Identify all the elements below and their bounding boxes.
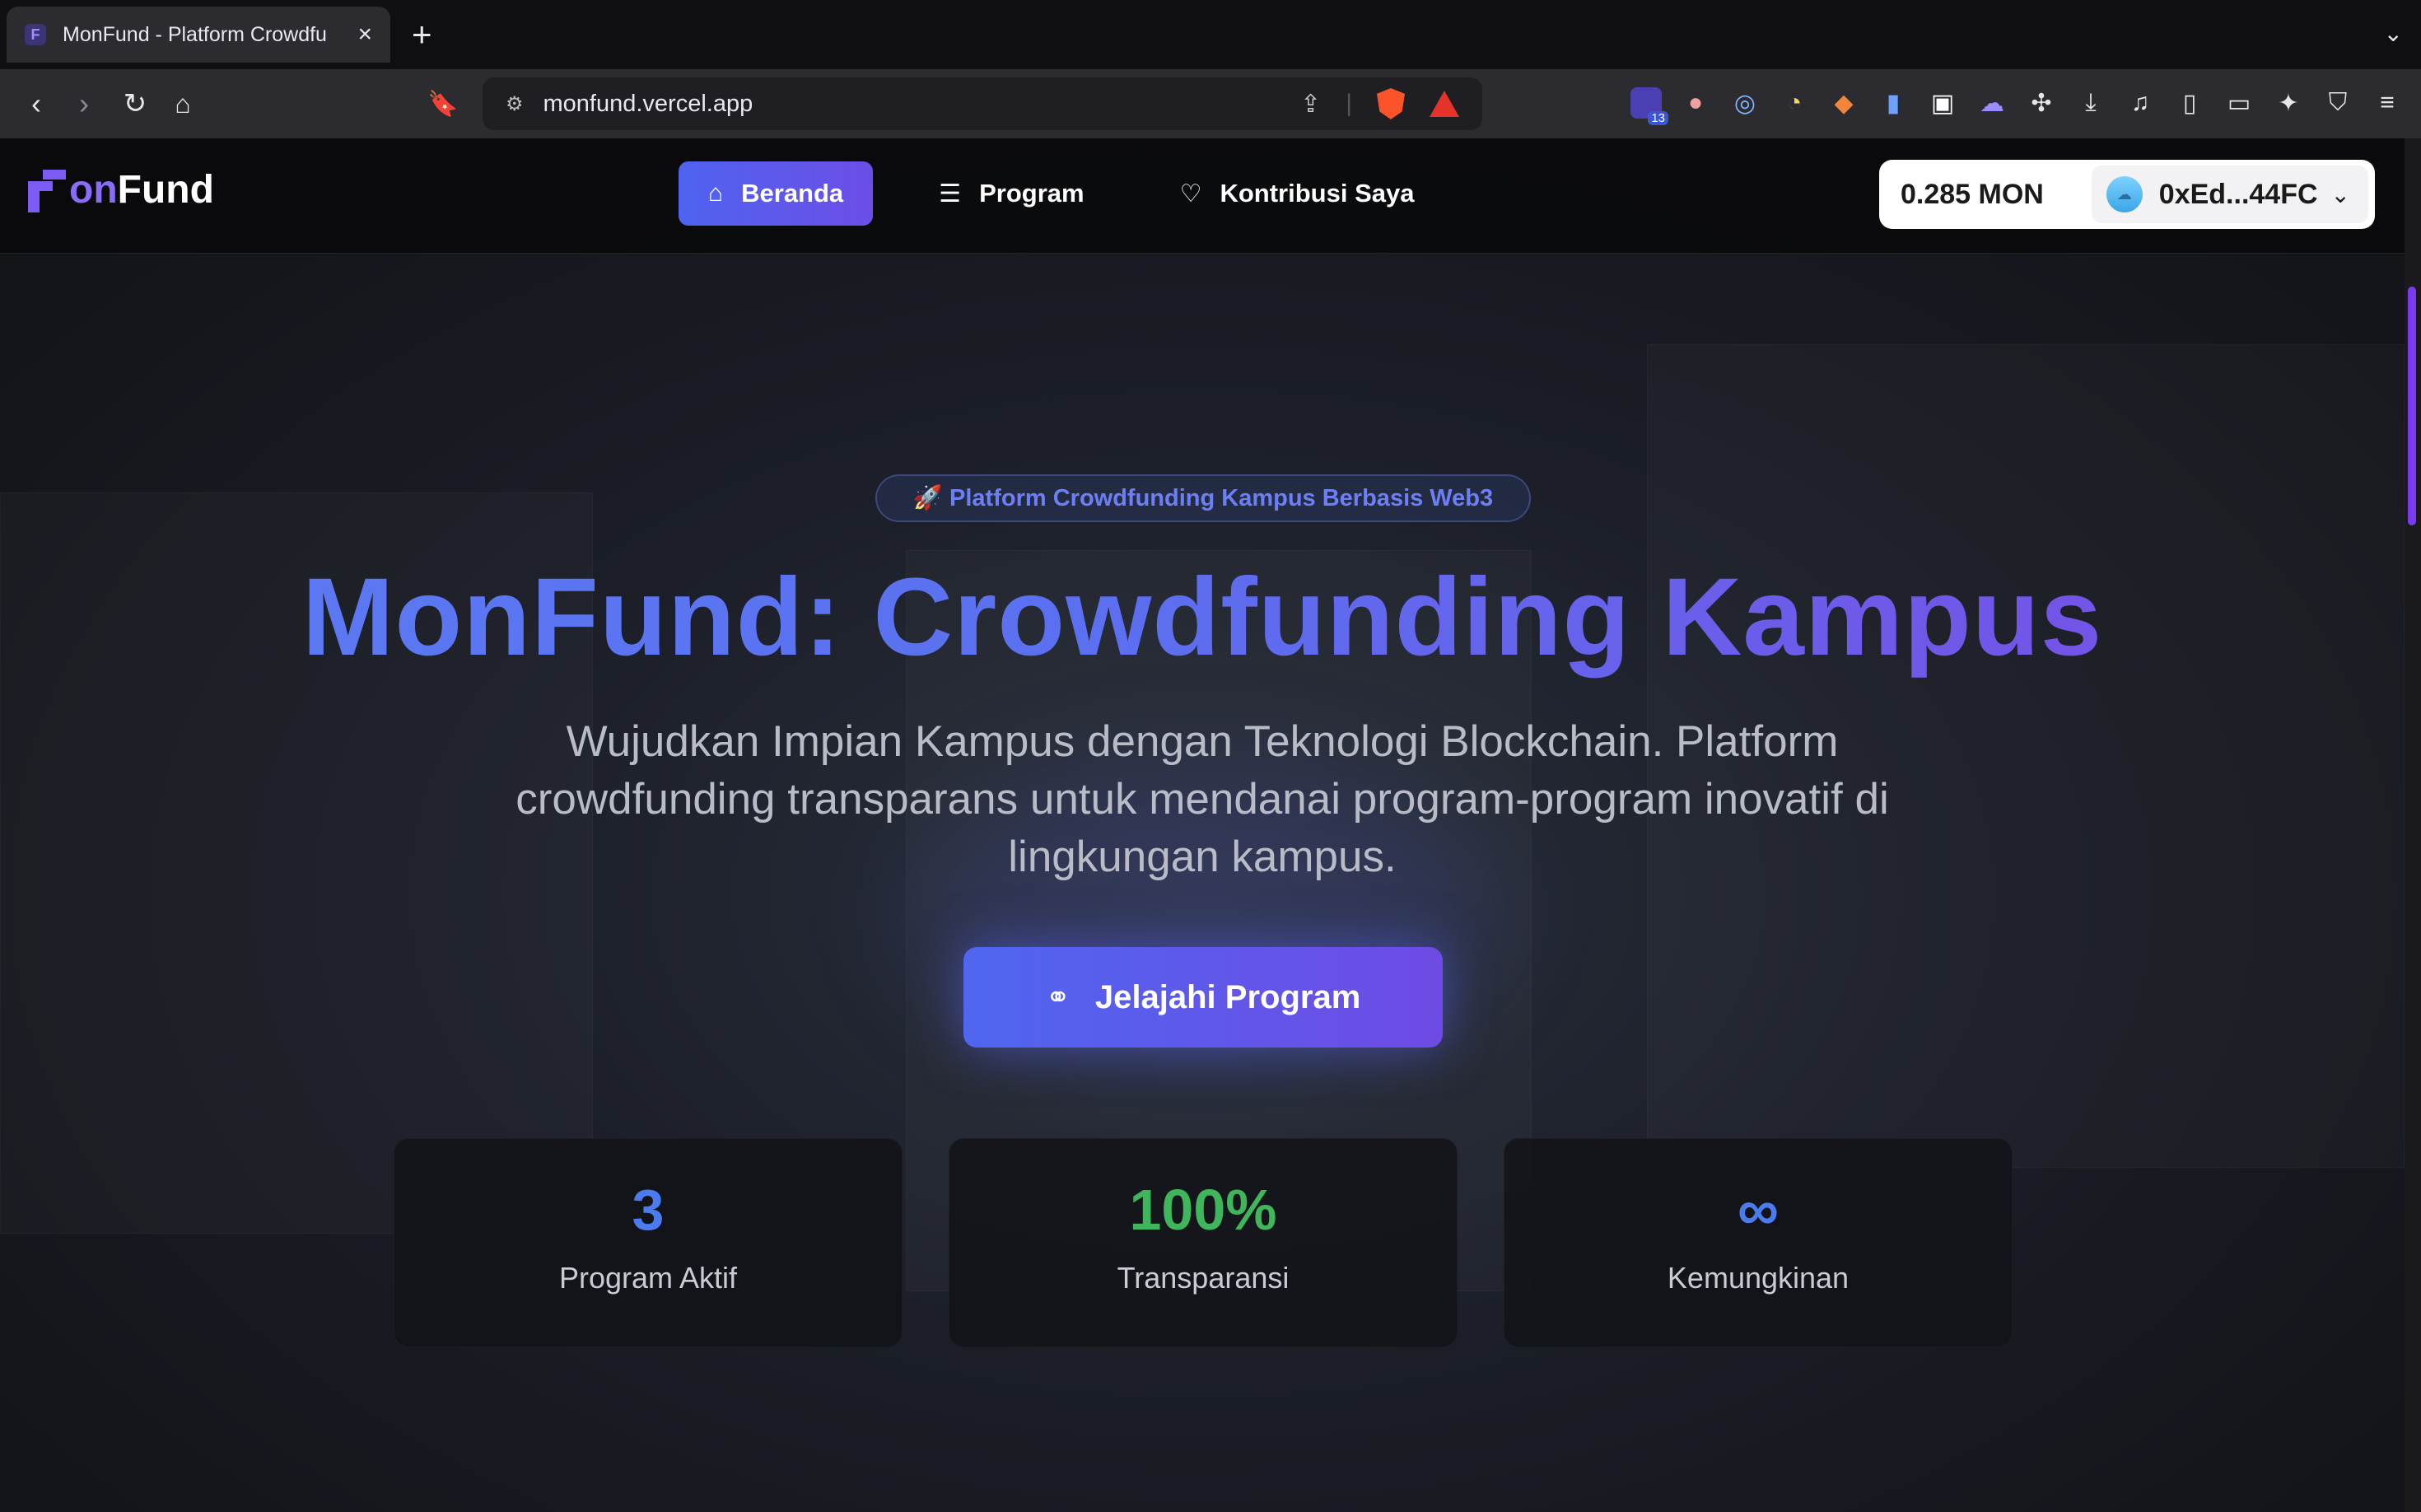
share-icon[interactable]: ⇪ (1300, 90, 1321, 119)
close-tab-icon[interactable]: × (357, 21, 372, 49)
browser-tab[interactable]: F MonFund - Platform Crowdfu × (7, 7, 390, 63)
nav-label: Program (979, 179, 1085, 208)
chevron-down-icon: ⌄ (2330, 181, 2350, 208)
extension-ring-icon[interactable]: ◎ (1729, 87, 1761, 119)
extensions-puzzle-icon[interactable]: ✣ (2026, 87, 2057, 119)
wallet-connect-button[interactable]: 0.285 MON ☁ 0xEd...44FC ⌄ (1879, 160, 2375, 229)
brave-rewards-icon[interactable]: 1 (1430, 91, 1459, 117)
tab-title: MonFund - Platform Crowdfu (63, 22, 327, 46)
nav-label: Beranda (741, 179, 844, 208)
site-settings-icon[interactable]: ⚙ (506, 92, 524, 116)
nav-program[interactable]: ☰ Program (909, 161, 1113, 226)
page-scrollbar[interactable] (2405, 138, 2421, 1512)
extension-clock-icon[interactable]: ◔ (1779, 87, 1810, 119)
reload-icon[interactable]: ↻ (114, 82, 156, 125)
rewards-badge: 1 (1453, 91, 1459, 100)
bookmark-icon[interactable]: 🔖 (422, 82, 464, 125)
back-icon[interactable]: ‹ (15, 82, 58, 125)
divider: | (1346, 90, 1352, 117)
extension-counter-icon[interactable]: 13 (1630, 87, 1668, 125)
hero-title: MonFund: Crowdfunding Kampus (0, 554, 2405, 680)
extension-page-icon[interactable]: ▣ (1927, 87, 1958, 119)
stat-label: Program Aktif (558, 1261, 738, 1295)
stat-card-possibilities: ∞ Kemungkinan (1504, 1138, 2013, 1347)
explore-programs-button[interactable]: ⚭ Jelajahi Program (963, 947, 1443, 1048)
scrollbar-thumb[interactable] (2408, 287, 2416, 525)
address-bar[interactable]: ⚙ monfund.vercel.app ⇪ | 1 (483, 77, 1482, 130)
wallet-icon[interactable]: ▭ (2223, 87, 2255, 119)
stat-label: Transparansi (1117, 1261, 1290, 1295)
sidebar-toggle-icon[interactable]: ▯ (2174, 87, 2205, 119)
new-tab-icon[interactable]: + (412, 15, 432, 54)
hero-badge: 🚀 Platform Crowdfunding Kampus Berbasis … (875, 474, 1531, 522)
leo-ai-icon[interactable]: ✦ (2273, 87, 2304, 119)
extension-drop-icon[interactable]: ● (1680, 87, 1711, 119)
extension-ghost-icon[interactable]: ☁ (1976, 87, 2008, 119)
url-text[interactable]: monfund.vercel.app (543, 91, 753, 118)
music-icon[interactable]: ♫ (2125, 87, 2156, 119)
list-icon: ☰ (939, 180, 962, 208)
extension-badge: 13 (1648, 111, 1668, 125)
forward-icon[interactable]: › (63, 82, 105, 125)
metamask-fox-icon[interactable]: ◆ (1828, 87, 1859, 119)
logo-mark-icon (28, 166, 66, 212)
browser-tab-strip: F MonFund - Platform Crowdfu × + ⌄ (0, 0, 2421, 69)
cta-label: Jelajahi Program (1094, 978, 1361, 1015)
nav-beranda[interactable]: ⌂ Beranda (679, 161, 874, 226)
account-avatar: ☁ (2106, 176, 2143, 212)
monfund-favicon-icon: F (25, 24, 46, 45)
stat-card-transparency: 100% Transparansi (949, 1138, 1458, 1347)
stat-card-programs: 3 Program Aktif (394, 1138, 903, 1347)
extensions-row: 13 ● ◎ ◔ ◆ ▮ ▣ ☁ ✣ ⤓ ♫ ▯ ▭ ✦ ⛉ ≡ (1630, 87, 2403, 125)
download-icon[interactable]: ⤓ (2075, 87, 2106, 119)
tab-list-chevron-icon[interactable]: ⌄ (2384, 20, 2403, 47)
heart-icon: ♡ (1179, 180, 1202, 208)
wallet-balance: 0.285 MON (1901, 178, 2044, 210)
browser-toolbar: ‹ › ↻ ⌂ 🔖 ⚙ monfund.vercel.app ⇪ | 1 13 … (0, 69, 2421, 138)
monfund-logo[interactable]: on Fund (28, 166, 214, 212)
main-nav: ⌂ Beranda ☰ Program ♡ Kontribusi Saya (679, 161, 1444, 226)
wallet-address: 0xEd...44FC (2158, 178, 2318, 210)
home-icon[interactable]: ⌂ (161, 82, 204, 125)
logo-text-suffix: Fund (117, 167, 214, 212)
vpn-shield-icon[interactable]: ⛉ (2322, 87, 2353, 119)
stat-value: 3 (632, 1178, 665, 1242)
stat-value: ∞ (1738, 1178, 1779, 1242)
logo-text-prefix: on (69, 167, 118, 212)
nav-label: Kontribusi Saya (1220, 179, 1415, 208)
menu-icon[interactable]: ≡ (2372, 87, 2403, 119)
hero-subtitle: Wujudkan Impian Kampus dengan Teknologi … (515, 717, 1889, 881)
nav-kontribusi-saya[interactable]: ♡ Kontribusi Saya (1150, 161, 1444, 226)
stat-label: Kemungkinan (1667, 1261, 1850, 1295)
home-icon: ⌂ (708, 180, 724, 207)
account-selector[interactable]: ☁ 0xEd...44FC ⌄ (2091, 166, 2368, 223)
coins-icon: ⚭ (1045, 980, 1071, 1014)
extension-docs-icon[interactable]: ▮ (1878, 87, 1909, 119)
app-navbar: on Fund ⌂ Beranda ☰ Program ♡ Kontribusi… (0, 138, 2405, 254)
brave-shields-icon[interactable] (1377, 88, 1405, 119)
stat-value: 100% (1129, 1178, 1277, 1242)
page-viewport: on Fund ⌂ Beranda ☰ Program ♡ Kontribusi… (0, 138, 2405, 1512)
